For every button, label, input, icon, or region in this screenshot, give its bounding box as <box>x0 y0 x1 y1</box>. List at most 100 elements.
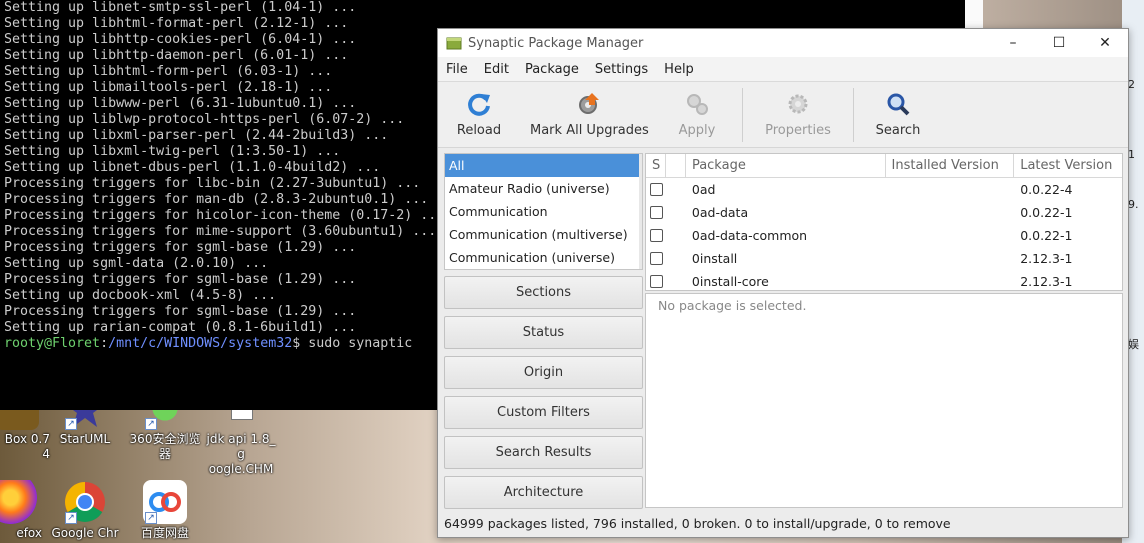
package-checkbox[interactable] <box>650 229 663 242</box>
package-name: 0ad-data <box>691 205 749 220</box>
shortcut-arrow-icon: ↗ <box>145 512 157 524</box>
window-title: Synaptic Package Manager <box>468 35 644 51</box>
apply-label: Apply <box>678 123 716 138</box>
category-item-all[interactable]: All <box>445 154 642 177</box>
filter-status-button[interactable]: Status <box>444 316 643 349</box>
reload-label: Reload <box>456 123 502 138</box>
prompt-user: rooty@Floret <box>4 336 101 351</box>
synaptic-window[interactable]: Synaptic Package Manager – ☐ ✕ File Edit… <box>437 28 1129 538</box>
package-detail-pane: No package is selected. <box>645 293 1123 508</box>
package-name: 0install-core <box>691 274 769 289</box>
terminal-line: Setting up libnet-smtp-ssl-perl (1.04-1)… <box>4 0 357 15</box>
maximize-button[interactable]: ☐ <box>1036 29 1082 57</box>
package-checkbox-cell <box>646 229 666 242</box>
menu-edit[interactable]: Edit <box>476 57 517 82</box>
minimize-button[interactable]: – <box>990 29 1036 57</box>
category-item[interactable]: Communication (multiverse) <box>445 223 642 246</box>
package-checkbox[interactable] <box>650 183 663 196</box>
menu-package[interactable]: Package <box>517 57 587 82</box>
chrome-icon: ↗ <box>63 480 107 524</box>
package-rows: 0ad 0.0.22-4 0ad-data 0.0.22-1 0ad-data-comm… <box>646 178 1122 290</box>
reload-icon <box>466 91 492 117</box>
package-latest-version: 2.12.3-1 <box>1020 251 1073 266</box>
right-edge-text: 1 <box>1128 148 1135 161</box>
column-header-package[interactable]: Package <box>686 154 886 177</box>
package-checkbox[interactable] <box>650 275 663 288</box>
filter-sections-button[interactable]: Sections <box>444 276 643 309</box>
package-checkbox[interactable] <box>650 252 663 265</box>
column-header-status[interactable]: S <box>646 154 666 177</box>
package-table[interactable]: S Package Installed Version Latest Versi… <box>645 153 1123 291</box>
package-latest-version: 0.0.22-4 <box>1020 182 1073 197</box>
apply-button[interactable]: Apply <box>670 82 724 148</box>
search-label: Search <box>875 123 921 138</box>
desktop-icon-label: StarUML <box>59 432 111 446</box>
category-item[interactable]: Communication (universe) <box>445 246 642 269</box>
apply-gears-icon <box>684 91 710 117</box>
desktop-icon-label: Google Chro <box>51 526 119 543</box>
status-bar: 64999 packages listed, 796 installed, 0 … <box>438 511 1128 537</box>
desktop-icon-chrome[interactable]: ↗ Google Chro <box>48 480 122 543</box>
mark-all-upgrades-label: Mark All Upgrades <box>530 123 649 138</box>
category-item[interactable]: Amateur Radio (universe) <box>445 177 642 200</box>
table-row[interactable]: 0ad-data-common 0.0.22-1 <box>646 224 1122 247</box>
category-list[interactable]: All Amateur Radio (universe) Communicati… <box>444 153 643 270</box>
package-checkbox-cell <box>646 252 666 265</box>
package-table-header: S Package Installed Version Latest Versi… <box>646 154 1122 178</box>
desktop-icon-label: 百度网盘 <box>140 526 189 540</box>
category-scrollbar[interactable] <box>639 154 642 269</box>
search-icon <box>885 91 911 117</box>
column-header-latest-version[interactable]: Latest Version <box>1014 154 1122 177</box>
package-name: 0ad-data-common <box>691 228 808 243</box>
toolbar: Reload Mark All Upgrades Apply Propertie… <box>438 82 1128 148</box>
right-edge-text: 9. <box>1128 198 1139 211</box>
search-button[interactable]: Search <box>872 82 924 148</box>
synaptic-app-icon <box>446 35 462 51</box>
desktop-gap <box>965 0 983 30</box>
package-checkbox[interactable] <box>650 206 663 219</box>
menu-settings[interactable]: Settings <box>587 57 656 82</box>
package-latest-version: 2.12.3-1 <box>1020 274 1073 289</box>
right-edge-text: 2 <box>1128 78 1135 91</box>
package-name: 0install <box>691 251 738 266</box>
prompt-separator: : <box>100 336 109 351</box>
properties-button[interactable]: Properties <box>760 82 836 148</box>
table-row[interactable]: 0install-core 2.12.3-1 <box>646 270 1122 290</box>
package-checkbox-cell <box>646 275 666 288</box>
properties-label: Properties <box>765 123 831 138</box>
column-header-spacer <box>666 154 686 177</box>
table-row[interactable]: 0ad 0.0.22-4 <box>646 178 1122 201</box>
firefox-icon <box>0 480 37 524</box>
desktop-icon-firefox[interactable]: efox <box>0 480 52 541</box>
mark-all-upgrades-button[interactable]: Mark All Upgrades <box>530 82 649 148</box>
desktop-icon-baidu-netdisk[interactable]: ↗ 百度网盘 <box>128 480 202 541</box>
package-latest-version: 0.0.22-1 <box>1020 228 1073 243</box>
toolbar-separator <box>853 88 854 142</box>
baidu-netdisk-icon: ↗ <box>143 480 187 524</box>
shortcut-arrow-icon: ↗ <box>145 418 157 430</box>
table-row[interactable]: 0install 2.12.3-1 <box>646 247 1122 270</box>
table-row[interactable]: 0ad-data 0.0.22-1 <box>646 201 1122 224</box>
desktop-icon-label: jdk api 1.8_g oogle.CHM <box>206 432 276 476</box>
properties-gear-icon <box>785 91 811 117</box>
title-bar[interactable]: Synaptic Package Manager – ☐ ✕ <box>438 29 1128 57</box>
filter-search-results-button[interactable]: Search Results <box>444 436 643 469</box>
desktop-icon-label: 360安全浏览 器 <box>129 432 201 461</box>
desktop-icon-label: efox <box>16 526 42 540</box>
desktop-icon-label: Box 0.7 4 <box>4 432 50 461</box>
package-checkbox-cell <box>646 183 666 196</box>
menu-file[interactable]: File <box>438 57 476 82</box>
menu-bar: File Edit Package Settings Help <box>438 57 1128 82</box>
package-latest-version: 0.0.22-1 <box>1020 205 1073 220</box>
category-item[interactable]: Communication <box>445 200 642 223</box>
column-header-installed-version[interactable]: Installed Version <box>886 154 1015 177</box>
close-button[interactable]: ✕ <box>1082 29 1128 57</box>
package-name: 0ad <box>691 182 716 197</box>
menu-help[interactable]: Help <box>656 57 702 82</box>
filter-origin-button[interactable]: Origin <box>444 356 643 389</box>
reload-button[interactable]: Reload <box>450 82 508 148</box>
prompt-path: /mnt/c/WINDOWS/system32 <box>108 336 293 351</box>
filter-architecture-button[interactable]: Architecture <box>444 476 643 509</box>
filter-custom-filters-button[interactable]: Custom Filters <box>444 396 643 429</box>
package-checkbox-cell <box>646 206 666 219</box>
